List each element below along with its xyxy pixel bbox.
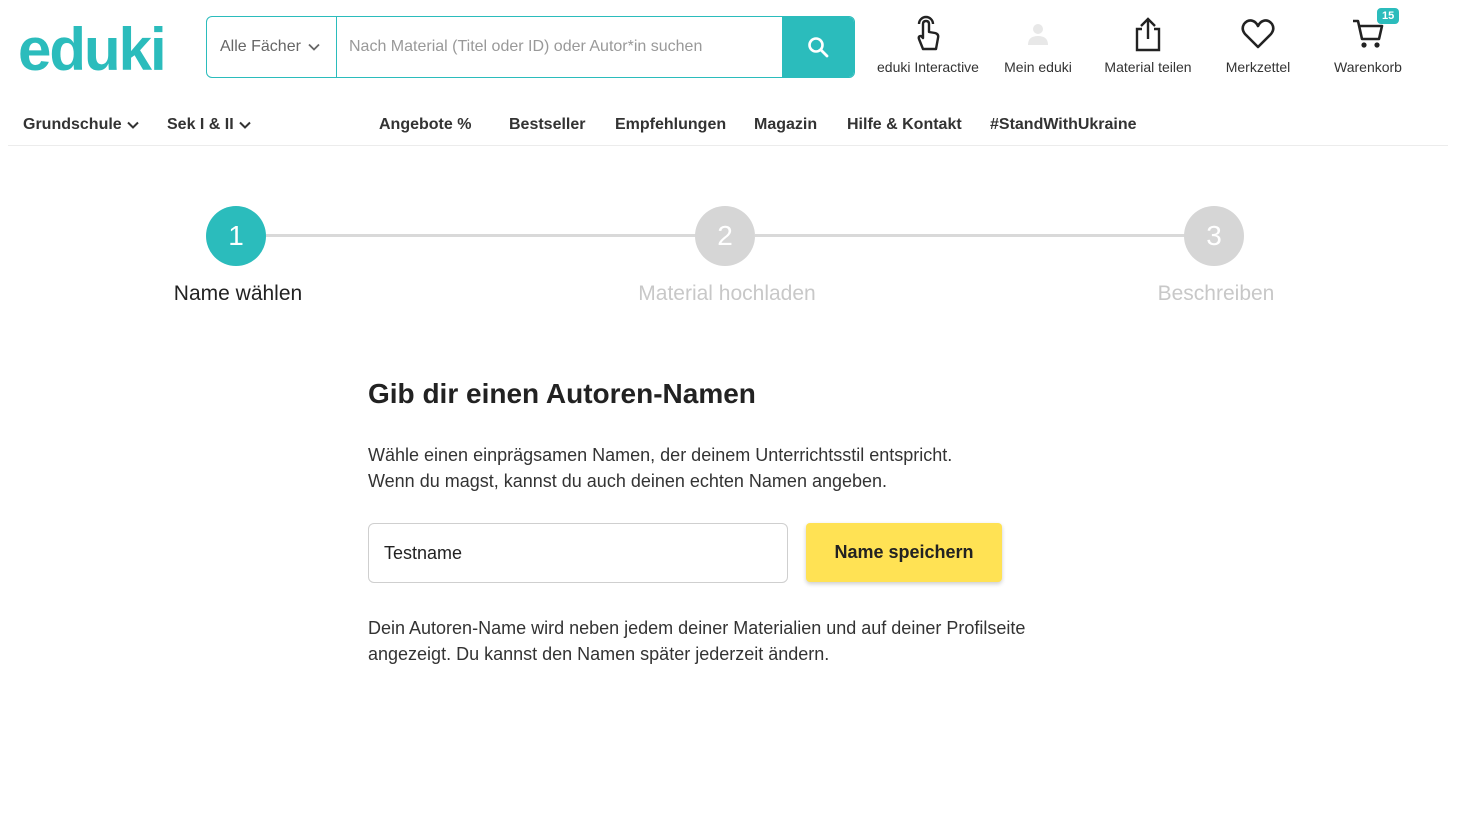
save-name-button[interactable]: Name speichern [806, 523, 1002, 582]
share-upload-icon [1135, 17, 1161, 52]
material-teilen-button[interactable]: Material teilen [1093, 14, 1203, 75]
step-connector [266, 234, 696, 237]
header-actions: eduki Interactive Mein eduki Material te… [873, 8, 1423, 75]
nav-grundschule-label: Grundschule [23, 116, 122, 133]
chevron-down-icon [238, 121, 251, 129]
subject-select[interactable]: Alle Fächer [207, 17, 337, 77]
merkzettel-label: Merkzettel [1225, 59, 1291, 75]
warenkorb-button[interactable]: 15 Warenkorb [1313, 8, 1423, 75]
subject-select-value: Alle Fächer [220, 38, 301, 55]
nav-bestseller[interactable]: Bestseller [509, 116, 586, 134]
page-title: Gib dir einen Autoren-Namen [368, 378, 756, 409]
intro-line: Wähle einen einprägsamen Namen, der dein… [368, 445, 953, 465]
mein-eduki-button[interactable]: Mein eduki [983, 14, 1093, 75]
nav-divider [8, 145, 1448, 146]
search-bar: Alle Fächer [206, 16, 855, 78]
cart-count-badge: 15 [1377, 8, 1400, 24]
step-3-circle: 3 [1184, 206, 1244, 266]
search-icon [808, 37, 829, 58]
search-button[interactable] [782, 17, 854, 77]
nav-hilfe-kontakt[interactable]: Hilfe & Kontakt [847, 116, 962, 134]
material-teilen-label: Material teilen [1104, 59, 1192, 75]
step-2-circle: 2 [695, 206, 755, 266]
nav-angebote[interactable]: Angebote % [379, 116, 471, 134]
step-2-label: Material hochladen [638, 282, 816, 305]
heart-icon [1241, 19, 1275, 49]
nav-grundschule[interactable]: Grundschule [23, 116, 140, 134]
mein-eduki-label: Mein eduki [1004, 59, 1072, 75]
intro-text: Wähle einen einprägsamen Namen, der dein… [368, 442, 1068, 494]
name-note: Dein Autoren-Name wird neben jedem deine… [368, 615, 1088, 667]
step-3-label: Beschreiben [1157, 282, 1275, 305]
eduki-interactive-button[interactable]: eduki Interactive [873, 14, 983, 75]
main-nav: Grundschule Sek I & II Angebote % Bestse… [0, 104, 1461, 146]
note-line: Dein Autoren-Name wird neben jedem deine… [368, 618, 1026, 638]
search-input[interactable] [337, 17, 782, 77]
nav-stand-with-ukraine[interactable]: #StandWithUkraine [990, 116, 1137, 134]
step-1-circle: 1 [206, 206, 266, 266]
warenkorb-label: Warenkorb [1334, 59, 1402, 75]
logo-text: eduki [18, 16, 165, 78]
user-icon [1028, 24, 1048, 45]
intro-line: Wenn du magst, kannst du auch deinen ech… [368, 471, 888, 491]
nav-magazin[interactable]: Magazin [754, 116, 817, 134]
nav-empfehlungen[interactable]: Empfehlungen [615, 116, 726, 134]
chevron-down-icon [308, 43, 320, 51]
merkzettel-button[interactable]: Merkzettel [1203, 14, 1313, 75]
note-line: angezeigt. Du kannst den Namen später je… [368, 644, 830, 664]
touch-hand-icon [917, 15, 940, 51]
step-1-label: Name wählen [173, 282, 303, 305]
author-name-input[interactable] [368, 523, 788, 583]
nav-sek-label: Sek I & II [167, 116, 234, 133]
chevron-down-icon [126, 121, 139, 129]
nav-sek[interactable]: Sek I & II [167, 116, 252, 134]
step-connector [755, 234, 1185, 237]
eduki-interactive-label: eduki Interactive [877, 59, 979, 75]
eduki-logo[interactable]: eduki [18, 14, 180, 78]
